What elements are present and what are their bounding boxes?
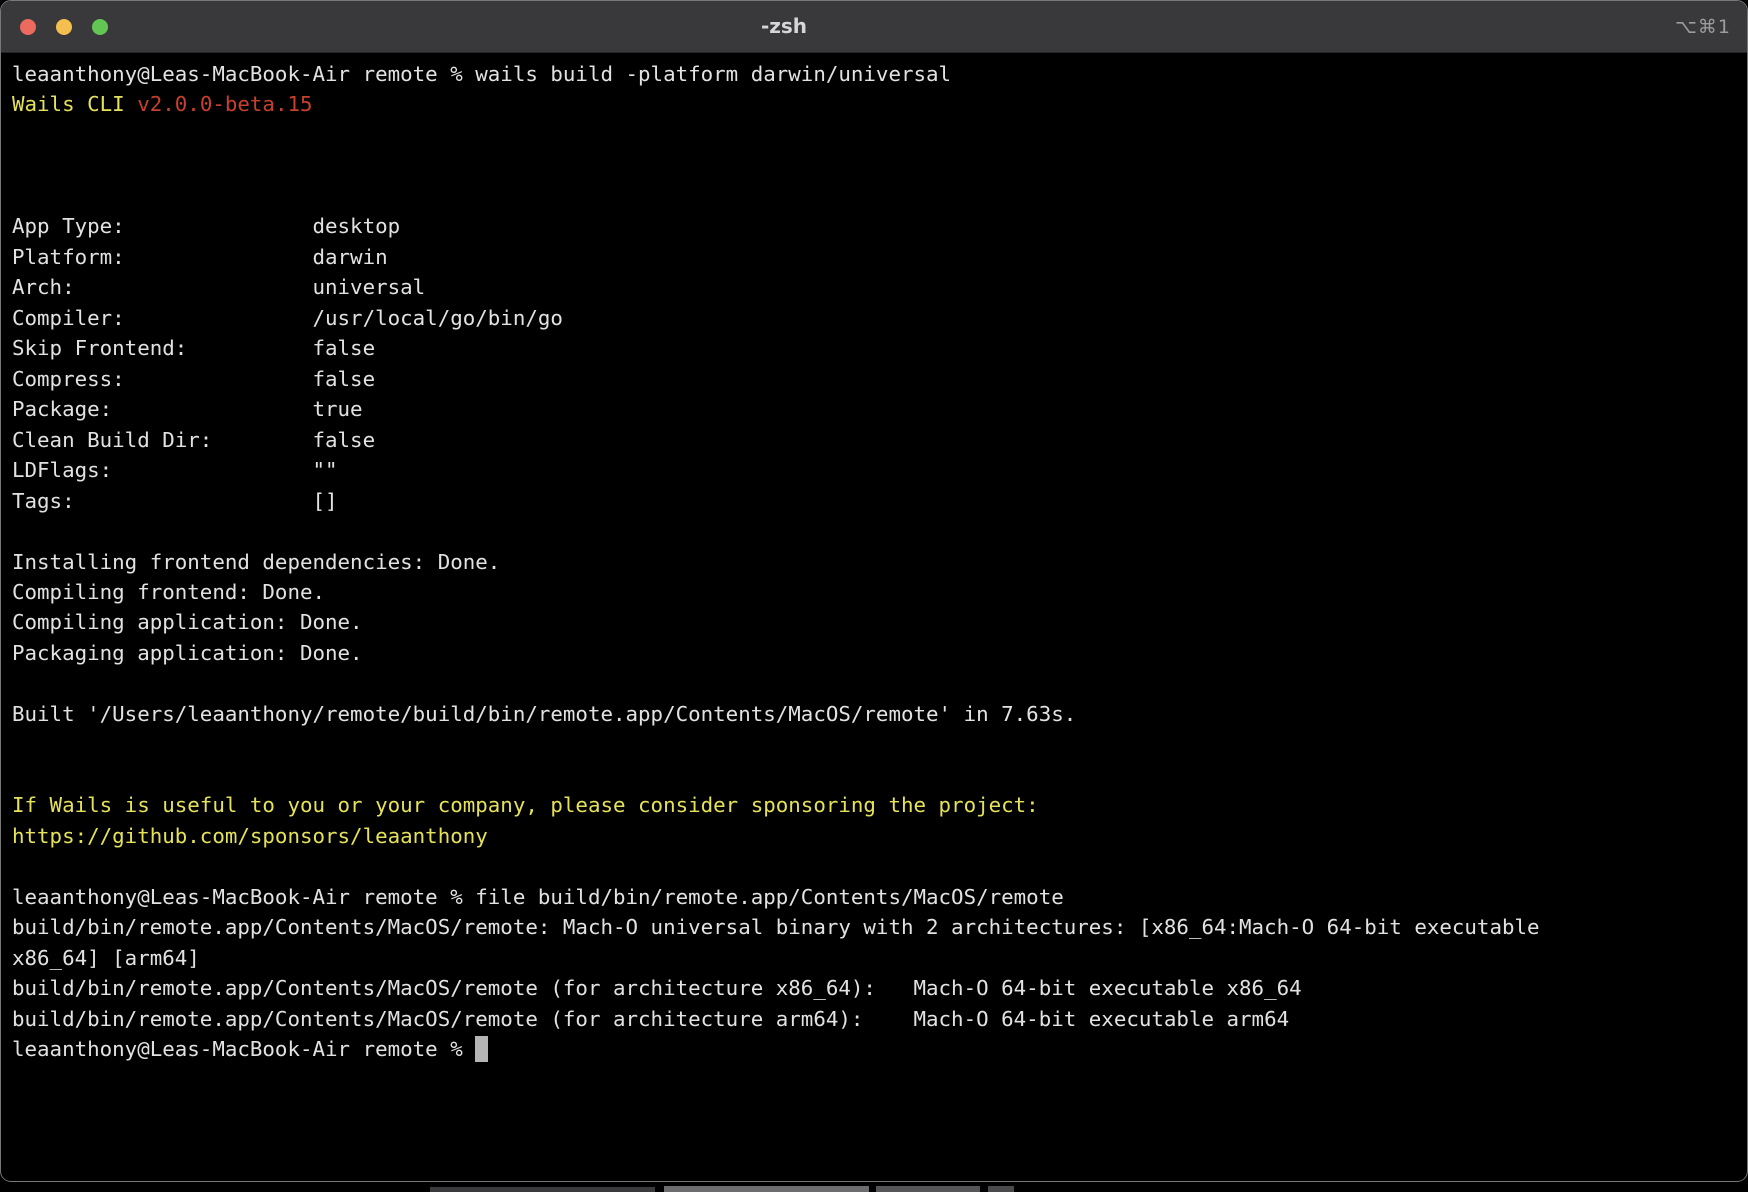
terminal-line: leaanthony@Leas-MacBook-Air remote % wai…: [12, 59, 1736, 89]
terminal-line: Package: true: [12, 394, 1736, 424]
background-window-fragment: [664, 1186, 869, 1192]
terminal-line: Skip Frontend: false: [12, 333, 1736, 363]
terminal-line: Clean Build Dir: false: [12, 425, 1736, 455]
terminal-line: leaanthony@Leas-MacBook-Air remote %: [12, 1034, 1736, 1064]
terminal-line: build/bin/remote.app/Contents/MacOS/remo…: [12, 973, 1736, 1003]
window-title: -zsh: [1, 14, 1567, 38]
terminal-line: Compiler: /usr/local/go/bin/go: [12, 303, 1736, 333]
window-titlebar[interactable]: -zsh ⌥⌘1: [1, 1, 1747, 53]
terminal-line: [12, 516, 1736, 546]
terminal-line: Arch: universal: [12, 272, 1736, 302]
terminal-line: LDFlags: "": [12, 455, 1736, 485]
terminal-output[interactable]: leaanthony@Leas-MacBook-Air remote % wai…: [2, 53, 1746, 1180]
terminal-line: Wails CLI v2.0.0-beta.15: [12, 89, 1736, 119]
terminal-line: build/bin/remote.app/Contents/MacOS/remo…: [12, 912, 1736, 942]
terminal-line: [12, 181, 1736, 211]
terminal-line: Compiling frontend: Done.: [12, 577, 1736, 607]
terminal-line: App Type: desktop: [12, 211, 1736, 241]
terminal-line: https://github.com/sponsors/leaanthony: [12, 821, 1736, 851]
terminal-line: Built '/Users/leaanthony/remote/build/bi…: [12, 699, 1736, 729]
terminal-line: build/bin/remote.app/Contents/MacOS/remo…: [12, 1004, 1736, 1034]
terminal-line: If Wails is useful to you or your compan…: [12, 790, 1736, 820]
terminal-line: Platform: darwin: [12, 242, 1736, 272]
background-window-sliver: [0, 1182, 1748, 1192]
background-window-fragment: [876, 1186, 980, 1192]
terminal-cursor: [475, 1036, 488, 1062]
terminal-line: leaanthony@Leas-MacBook-Air remote % fil…: [12, 882, 1736, 912]
terminal-line: Installing frontend dependencies: Done.: [12, 547, 1736, 577]
background-window-fragment: [430, 1187, 655, 1192]
background-window-fragment: [988, 1186, 1014, 1192]
terminal-line: [12, 851, 1736, 881]
terminal-line: [12, 668, 1736, 698]
terminal-line: x86_64] [arm64]: [12, 943, 1736, 973]
terminal-line: Compiling application: Done.: [12, 607, 1736, 637]
terminal-line: Packaging application: Done.: [12, 638, 1736, 668]
terminal-line: Tags: []: [12, 486, 1736, 516]
terminal-line: [12, 150, 1736, 180]
terminal-line: [12, 120, 1736, 150]
terminal-line: [12, 729, 1736, 759]
terminal-line: [12, 760, 1736, 790]
terminal-window: -zsh ⌥⌘1 leaanthony@Leas-MacBook-Air rem…: [0, 0, 1748, 1182]
terminal-line: Compress: false: [12, 364, 1736, 394]
tab-shortcut-badge: ⌥⌘1: [1675, 16, 1731, 38]
